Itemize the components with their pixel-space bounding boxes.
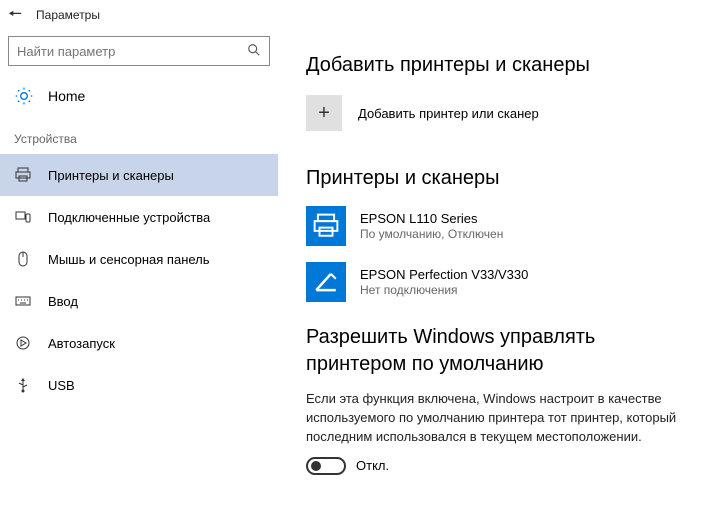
scanner-device-icon (306, 262, 346, 302)
toggle-state-label: Откл. (356, 458, 389, 473)
search-input[interactable] (17, 44, 247, 59)
sidebar-item-autoplay[interactable]: Автозапуск (0, 322, 278, 364)
printer-device-icon (306, 206, 346, 246)
device-item-printer[interactable]: EPSON L110 Series По умолчанию, Отключен (306, 206, 680, 246)
sidebar-item-typing[interactable]: Ввод (0, 280, 278, 322)
mouse-icon (14, 250, 32, 268)
window-title: Параметры (36, 8, 100, 22)
manage-section-heading: Разрешить Windows управлять принтером по… (306, 324, 680, 378)
home-label: Home (48, 88, 85, 104)
manage-section-description: Если эта функция включена, Windows настр… (306, 390, 680, 447)
sidebar-item-label: Подключенные устройства (48, 210, 210, 225)
sidebar-item-usb[interactable]: USB (0, 364, 278, 406)
list-section-heading: Принтеры и сканеры (306, 167, 680, 190)
content-pane: Добавить принтеры и сканеры + Добавить п… (278, 30, 704, 510)
keyboard-icon (14, 292, 32, 310)
device-status: По умолчанию, Отключен (360, 227, 503, 241)
device-name: EPSON Perfection V33/V330 (360, 267, 528, 282)
gear-icon (14, 86, 34, 106)
search-box[interactable] (8, 36, 270, 66)
autoplay-icon (14, 334, 32, 352)
sidebar-item-home[interactable]: Home (0, 76, 278, 116)
add-section-heading: Добавить принтеры и сканеры (306, 54, 680, 77)
default-printer-toggle[interactable] (306, 457, 346, 475)
sidebar-item-label: Принтеры и сканеры (48, 168, 174, 183)
search-icon (247, 43, 261, 60)
devices-icon (14, 208, 32, 226)
sidebar-item-printers[interactable]: Принтеры и сканеры (0, 154, 278, 196)
plus-icon: + (306, 95, 342, 131)
sidebar-item-mouse[interactable]: Мышь и сенсорная панель (0, 238, 278, 280)
device-status: Нет подключения (360, 283, 528, 297)
sidebar: Home Устройства Принтеры и сканеры Подкл… (0, 30, 278, 510)
printer-icon (14, 166, 32, 184)
usb-icon (14, 376, 32, 394)
back-arrow-icon[interactable]: 🠔 (8, 7, 22, 23)
sidebar-item-connected-devices[interactable]: Подключенные устройства (0, 196, 278, 238)
sidebar-item-label: Ввод (48, 294, 78, 309)
device-item-scanner[interactable]: EPSON Perfection V33/V330 Нет подключени… (306, 262, 680, 302)
add-device-label: Добавить принтер или сканер (358, 106, 539, 121)
sidebar-group-header: Устройства (0, 116, 278, 154)
add-device-row[interactable]: + Добавить принтер или сканер (306, 95, 680, 131)
device-name: EPSON L110 Series (360, 211, 503, 226)
titlebar: 🠔 Параметры (0, 0, 704, 30)
sidebar-item-label: USB (48, 378, 75, 393)
sidebar-item-label: Автозапуск (48, 336, 115, 351)
sidebar-item-label: Мышь и сенсорная панель (48, 252, 210, 267)
